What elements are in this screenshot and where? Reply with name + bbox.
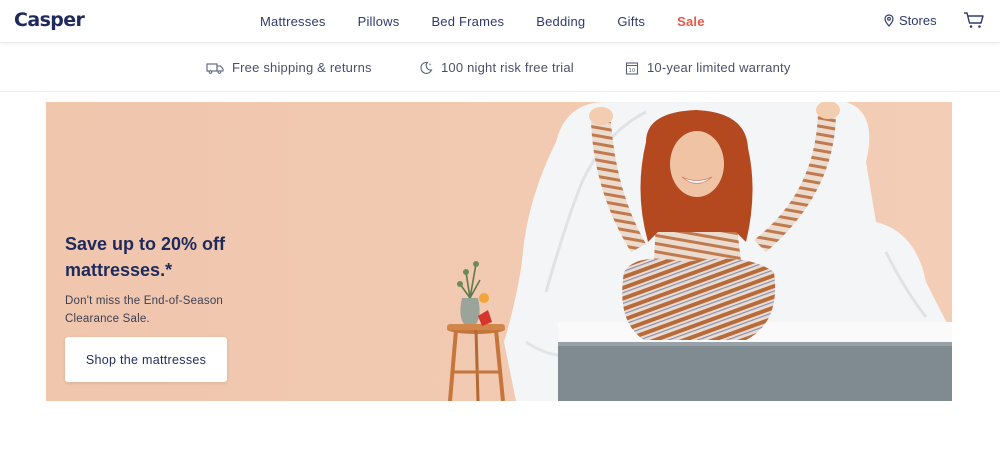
value-props-bar: Free shipping & returns 100 night risk f…: [0, 44, 1000, 92]
hero-subtitle-line: Don't miss the End-of-Season: [65, 295, 224, 307]
hero-title: Save up to 20% off mattresses.*: [65, 231, 305, 283]
svg-text:10: 10: [629, 68, 636, 74]
hero-title-line: Save up to 20% off: [65, 234, 226, 254]
cart-icon: [964, 12, 984, 28]
main-nav: Mattresses Pillows Bed Frames Bedding Gi…: [260, 0, 737, 43]
nav-item-sale[interactable]: Sale: [677, 14, 705, 29]
shop-mattresses-button[interactable]: Shop the mattresses: [65, 337, 227, 382]
hero-copy: Save up to 20% off mattresses.* Don't mi…: [65, 231, 305, 328]
hero-banner: Save up to 20% off mattresses.* Don't mi…: [46, 102, 952, 401]
nav-item-bed-frames[interactable]: Bed Frames: [431, 14, 504, 29]
nav-item-mattresses[interactable]: Mattresses: [260, 14, 326, 29]
map-pin-icon: [884, 14, 894, 27]
moon-icon: [420, 61, 433, 74]
value-prop-label: 100 night risk free trial: [441, 60, 574, 75]
calendar-icon: 10: [625, 61, 639, 75]
hero-subtitle-line: Clearance Sale.: [65, 313, 150, 325]
value-prop-label: Free shipping & returns: [232, 60, 372, 75]
stores-link[interactable]: Stores: [884, 13, 937, 28]
truck-icon: [206, 62, 224, 74]
value-prop-trial: 100 night risk free trial: [419, 60, 574, 75]
site-header: Casper Mattresses Pillows Bed Frames Bed…: [0, 0, 1000, 43]
nav-item-bedding[interactable]: Bedding: [536, 14, 585, 29]
value-prop-warranty: 10 10-year limited warranty: [625, 60, 791, 75]
stores-label: Stores: [899, 13, 937, 28]
value-prop-shipping: Free shipping & returns: [206, 60, 372, 75]
hero-subtitle: Don't miss the End-of-Season Clearance S…: [65, 292, 305, 328]
hero-title-line: mattresses.*: [65, 260, 173, 280]
cart-button[interactable]: [963, 11, 985, 34]
nav-item-gifts[interactable]: Gifts: [617, 14, 645, 29]
nav-item-pillows[interactable]: Pillows: [358, 14, 400, 29]
value-prop-label: 10-year limited warranty: [647, 60, 791, 75]
casper-logo[interactable]: Casper: [14, 9, 85, 31]
